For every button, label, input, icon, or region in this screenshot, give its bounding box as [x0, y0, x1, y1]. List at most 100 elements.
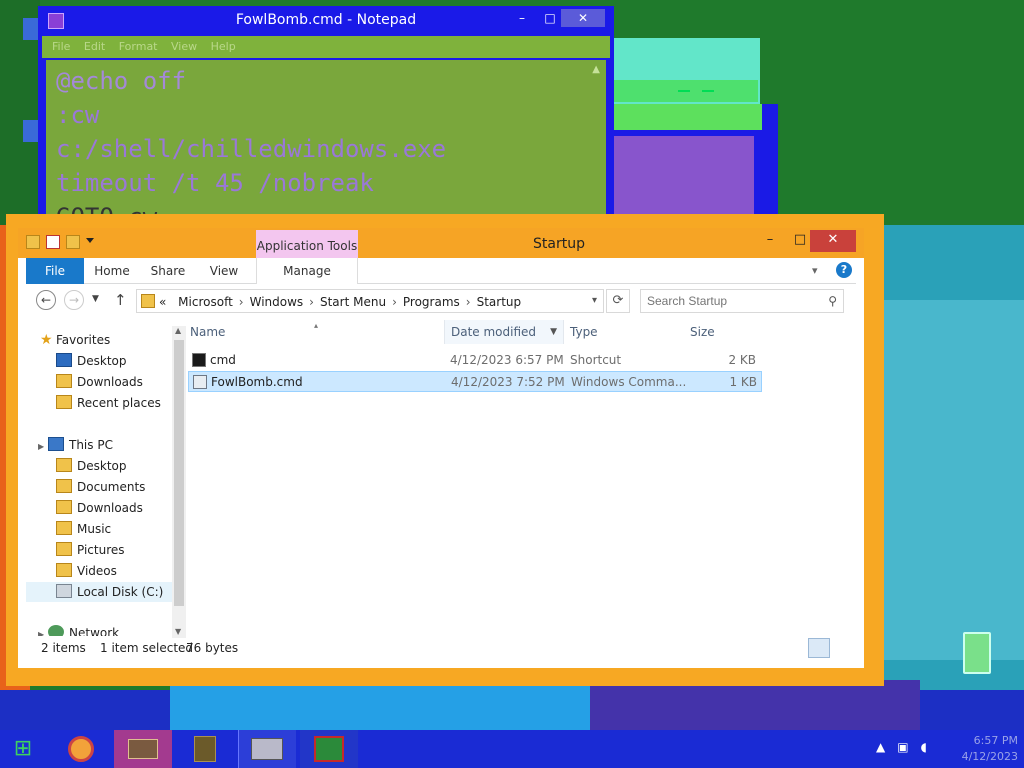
column-header-size[interactable]: Size — [690, 320, 770, 344]
up-button[interactable]: ↑ — [114, 291, 127, 309]
desktop-icon-recycle-bin[interactable] — [946, 632, 1008, 676]
menu-view[interactable]: View — [171, 40, 197, 53]
status-item-count: 2 items — [41, 641, 86, 655]
notepad-text-area[interactable]: ▲ @echo off :cw c:/shell/chilledwindows.… — [46, 60, 606, 226]
breadcrumb-separator[interactable]: › — [392, 295, 397, 309]
taskbar-file-explorer[interactable] — [114, 730, 172, 768]
column-header-date-modified[interactable]: Date modified ▼ — [444, 320, 564, 344]
menu-file[interactable]: File — [52, 40, 70, 53]
breadcrumb-overflow[interactable]: « — [159, 295, 166, 309]
breadcrumb-item[interactable]: Start Menu — [320, 295, 386, 309]
nav-item-videos[interactable]: Videos — [56, 561, 117, 581]
back-button[interactable]: ← — [36, 290, 56, 310]
folder-icon — [56, 458, 72, 472]
taskbar-notepad[interactable] — [176, 730, 234, 768]
notepad-titlebar[interactable]: FowlBomb.cmd - Notepad – □ ✕ — [38, 6, 614, 36]
nav-label: Music — [77, 522, 112, 536]
desktop-icon — [56, 353, 72, 367]
recent-locations-icon[interactable]: ▼ — [92, 294, 99, 304]
tab-home[interactable]: Home — [86, 258, 138, 284]
explorer-maximize-button[interactable]: □ — [790, 230, 810, 252]
status-selection: 1 item selected — [100, 641, 194, 655]
file-row-fowlbomb[interactable]: FowlBomb.cmd 4/12/2023 7:52 PM Windows C… — [188, 371, 762, 392]
chevron-down-icon[interactable]: ▼ — [550, 320, 557, 344]
nav-item-documents[interactable]: Documents — [56, 477, 145, 497]
file-row-cmd[interactable]: cmd 4/12/2023 6:57 PM Shortcut 2 KB — [188, 350, 762, 371]
taskbar-command-prompt[interactable] — [238, 730, 296, 768]
notepad-close-button[interactable]: ✕ — [561, 9, 605, 27]
refresh-button[interactable]: ⟳ — [606, 289, 630, 313]
help-icon[interactable]: ? — [836, 262, 852, 278]
notepad-window[interactable]: FowlBomb.cmd - Notepad – □ ✕ File Edit F… — [38, 6, 614, 226]
menu-format[interactable]: Format — [119, 40, 158, 53]
nav-item-pictures[interactable]: Pictures — [56, 540, 125, 560]
forward-button[interactable]: → — [64, 290, 84, 310]
tab-share[interactable]: Share — [144, 258, 192, 284]
clock-date: 4/12/2023 — [961, 750, 1018, 763]
search-box[interactable]: ⚲ — [640, 289, 844, 313]
breadcrumb-separator[interactable]: › — [309, 295, 314, 309]
maximize-icon — [702, 90, 714, 92]
tab-manage[interactable]: Manage — [256, 258, 358, 284]
show-hidden-icons-icon[interactable]: ▲ — [876, 740, 885, 754]
search-input[interactable] — [647, 293, 817, 309]
network-icon[interactable]: ▣ — [897, 740, 908, 754]
nav-item-local-disk[interactable]: Local Disk (C:) — [26, 582, 172, 602]
tab-view[interactable]: View — [198, 258, 250, 284]
column-label: Date modified — [451, 325, 537, 339]
explorer-titlebar[interactable]: Application Tools Startup – □ ✕ — [18, 228, 864, 258]
explorer-minimize-button[interactable]: – — [760, 230, 780, 252]
videos-icon — [56, 563, 72, 577]
nav-favorites[interactable]: ★ Favorites — [40, 330, 110, 350]
breadcrumb-item[interactable]: Windows — [250, 295, 304, 309]
navigation-pane-scrollbar[interactable]: ▲ ▼ — [172, 326, 186, 638]
nav-item-recent-places[interactable]: Recent places — [56, 393, 161, 413]
menu-help[interactable]: Help — [211, 40, 236, 53]
breadcrumb-separator[interactable]: › — [239, 295, 244, 309]
notepad-minimize-button[interactable]: – — [512, 9, 532, 27]
notepad-maximize-button[interactable]: □ — [540, 9, 560, 27]
breadcrumb-item[interactable]: Startup — [477, 295, 522, 309]
background-window-2-content — [614, 136, 754, 214]
scrollbar-thumb[interactable] — [174, 340, 184, 606]
volume-icon[interactable]: ◖ — [921, 740, 927, 754]
explorer-close-button[interactable]: ✕ — [810, 230, 856, 252]
notepad-line: timeout /t 45 /nobreak — [56, 169, 374, 197]
nav-item-music[interactable]: Music — [56, 519, 111, 539]
search-icon[interactable]: ⚲ — [828, 294, 837, 308]
column-label: Type — [570, 325, 598, 339]
nav-item-desktop[interactable]: Desktop — [56, 456, 127, 476]
start-button[interactable]: ⊞ — [8, 736, 38, 762]
address-bar[interactable]: « Microsoft › Windows › Start Menu › Programs ›… — [136, 289, 604, 313]
details-view-button[interactable] — [808, 638, 830, 658]
column-header-type[interactable]: Type — [570, 320, 690, 344]
scroll-up-icon[interactable]: ▲ — [175, 326, 181, 335]
nav-network[interactable]: ▶ Network — [38, 623, 119, 636]
address-dropdown-icon[interactable]: ▾ — [592, 295, 597, 306]
breadcrumb-separator[interactable]: › — [466, 295, 471, 309]
scroll-down-icon[interactable]: ▼ — [175, 627, 181, 636]
nav-item-desktop[interactable]: Desktop — [56, 351, 127, 371]
taskbar-app[interactable] — [300, 730, 358, 768]
ribbon-expand-icon[interactable]: ▾ — [812, 264, 818, 277]
chevron-right-icon[interactable]: ▶ — [38, 625, 48, 636]
chevron-right-icon[interactable]: ▶ — [38, 437, 48, 457]
computer-icon — [48, 437, 64, 451]
explorer-window[interactable]: Application Tools Startup – □ ✕ File Hom… — [18, 228, 864, 668]
menu-edit[interactable]: Edit — [84, 40, 105, 53]
nav-item-downloads[interactable]: Downloads — [56, 372, 143, 392]
breadcrumb-item[interactable]: Programs — [403, 295, 460, 309]
column-header-name[interactable]: Name ▴ — [190, 320, 446, 344]
background-window-titlebar[interactable] — [612, 80, 758, 102]
nav-item-downloads[interactable]: Downloads — [56, 498, 143, 518]
taskbar-clock[interactable]: 6:57 PM 4/12/2023 — [948, 733, 1018, 765]
taskbar-internet-explorer[interactable] — [52, 730, 110, 768]
tab-file[interactable]: File — [26, 258, 84, 284]
shortcut-icon — [192, 353, 206, 367]
background-window-2-titlebar[interactable] — [612, 104, 762, 130]
large-icons-view-button[interactable] — [832, 638, 854, 658]
nav-this-pc[interactable]: ▶ This PC — [38, 435, 113, 455]
scroll-up-icon[interactable]: ▲ — [592, 64, 600, 75]
desktop-bg-purple — [590, 680, 920, 730]
breadcrumb-item[interactable]: Microsoft — [178, 295, 233, 309]
